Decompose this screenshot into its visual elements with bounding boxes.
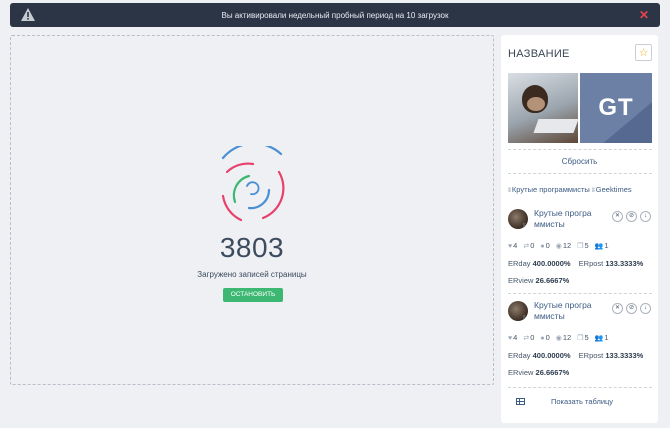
divider xyxy=(508,149,652,150)
group-name-link[interactable]: Крутые програ ммисты xyxy=(534,300,602,322)
avatar-geektimes: GT xyxy=(580,73,652,143)
heart-icon: ♥ xyxy=(508,335,513,342)
download-icon[interactable]: ↓ xyxy=(640,211,651,222)
copies-count: 5 xyxy=(584,333,589,342)
users-count: 1 xyxy=(604,241,609,250)
reposts-count: 0 xyxy=(530,333,535,342)
loaded-count: 3803 xyxy=(219,232,285,263)
divider xyxy=(508,387,652,388)
vk-icon: ʬ xyxy=(591,188,595,194)
users-icon: 👥 xyxy=(594,243,604,250)
group-stats: ♥4 ⇄0 ●0 ◉12 ❐5 👥1 xyxy=(508,333,658,342)
heart-icon: ♥ xyxy=(508,243,513,250)
stop-button[interactable]: ОСТАНОВИТЬ xyxy=(223,288,283,302)
copy-icon: ❐ xyxy=(577,243,584,250)
hide-icon[interactable]: ⊘ xyxy=(626,303,637,314)
comments-count: 0 xyxy=(545,333,550,342)
hide-icon[interactable]: ⊘ xyxy=(626,211,637,222)
remove-icon[interactable]: ✕ xyxy=(612,211,623,222)
avatar-programmers xyxy=(508,73,578,143)
views-count: 12 xyxy=(562,333,572,342)
eye-icon: ◉ xyxy=(555,335,562,342)
comments-count: 0 xyxy=(545,241,550,250)
group-link-geektimes[interactable]: Geektimes xyxy=(596,185,632,194)
group-card: ʬ Крутые програ ммисты ✕ ⊘ ↓ ♥4 ⇄0 ●0 ◉12… xyxy=(508,208,652,299)
likes-count: 4 xyxy=(513,241,518,250)
views-count: 12 xyxy=(562,241,572,250)
group-name-link[interactable]: Крутые програ ммисты xyxy=(534,208,602,230)
er-line: ERday 400.0000% ERpost 133.3333% xyxy=(508,259,644,268)
loaded-label: Загружено записей страницы xyxy=(197,270,307,279)
comment-icon: ● xyxy=(540,243,545,250)
copies-count: 5 xyxy=(584,241,589,250)
group-card: ʬ Крутые програ ммисты ✕ ⊘ ↓ ♥4 ⇄0 ●0 ◉12… xyxy=(508,300,652,391)
warning-icon xyxy=(21,8,35,21)
group-stats: ♥4 ⇄0 ●0 ◉12 ❐5 👥1 xyxy=(508,241,658,250)
show-table-label: Показать таблицу xyxy=(551,397,614,406)
trial-banner: Вы активировали недельный пробный период… xyxy=(10,3,660,27)
divider xyxy=(508,293,652,294)
group-link-programmers[interactable]: Крутые программисты xyxy=(512,185,590,194)
right-panel: НАЗВАНИЕ ☆ GT Сбросить ʬКрутые программи… xyxy=(501,35,658,423)
eye-icon: ◉ xyxy=(555,243,562,250)
star-icon[interactable]: ☆ xyxy=(635,44,652,61)
panel-title: НАЗВАНИЕ xyxy=(508,48,570,60)
loading-spinner-icon xyxy=(221,146,285,222)
group-avatars: GT xyxy=(508,73,652,143)
remove-icon[interactable]: ✕ xyxy=(612,303,623,314)
copy-icon: ❐ xyxy=(577,335,584,342)
reposts-count: 0 xyxy=(530,241,535,250)
comment-icon: ● xyxy=(540,335,545,342)
users-count: 1 xyxy=(604,333,609,342)
divider xyxy=(508,173,652,174)
likes-count: 4 xyxy=(513,333,518,342)
er-view-line: ERview 26.6667% xyxy=(508,276,570,285)
download-icon[interactable]: ↓ xyxy=(640,303,651,314)
vk-icon: ʬ xyxy=(508,188,511,194)
repost-icon: ⇄ xyxy=(523,335,530,342)
er-day-value: 400.0000% xyxy=(532,259,571,268)
er-view-value: 26.6667% xyxy=(535,276,570,285)
er-post-value: 133.3333% xyxy=(605,351,644,360)
er-line: ERday 400.0000% ERpost 133.3333% xyxy=(508,351,644,360)
er-view-value: 26.6667% xyxy=(535,368,570,377)
banner-message: Вы активировали недельный пробный период… xyxy=(221,10,449,20)
vk-icon: ʬ xyxy=(523,315,526,321)
er-post-value: 133.3333% xyxy=(605,259,644,268)
er-day-value: 400.0000% xyxy=(532,351,571,360)
er-view-line: ERview 26.6667% xyxy=(508,368,570,377)
upload-dropzone[interactable]: 3803 Загружено записей страницы ОСТАНОВИ… xyxy=(10,35,494,385)
users-icon: 👥 xyxy=(594,335,604,342)
reset-link[interactable]: Сбросить xyxy=(501,157,658,166)
repost-icon: ⇄ xyxy=(523,243,530,250)
avatar-gt-text: GT xyxy=(598,94,634,121)
close-icon[interactable]: ✕ xyxy=(639,8,649,22)
selected-groups: ʬКрутые программисты ʬGeektimes xyxy=(508,185,658,194)
vk-icon: ʬ xyxy=(523,223,526,229)
table-icon xyxy=(516,398,525,405)
